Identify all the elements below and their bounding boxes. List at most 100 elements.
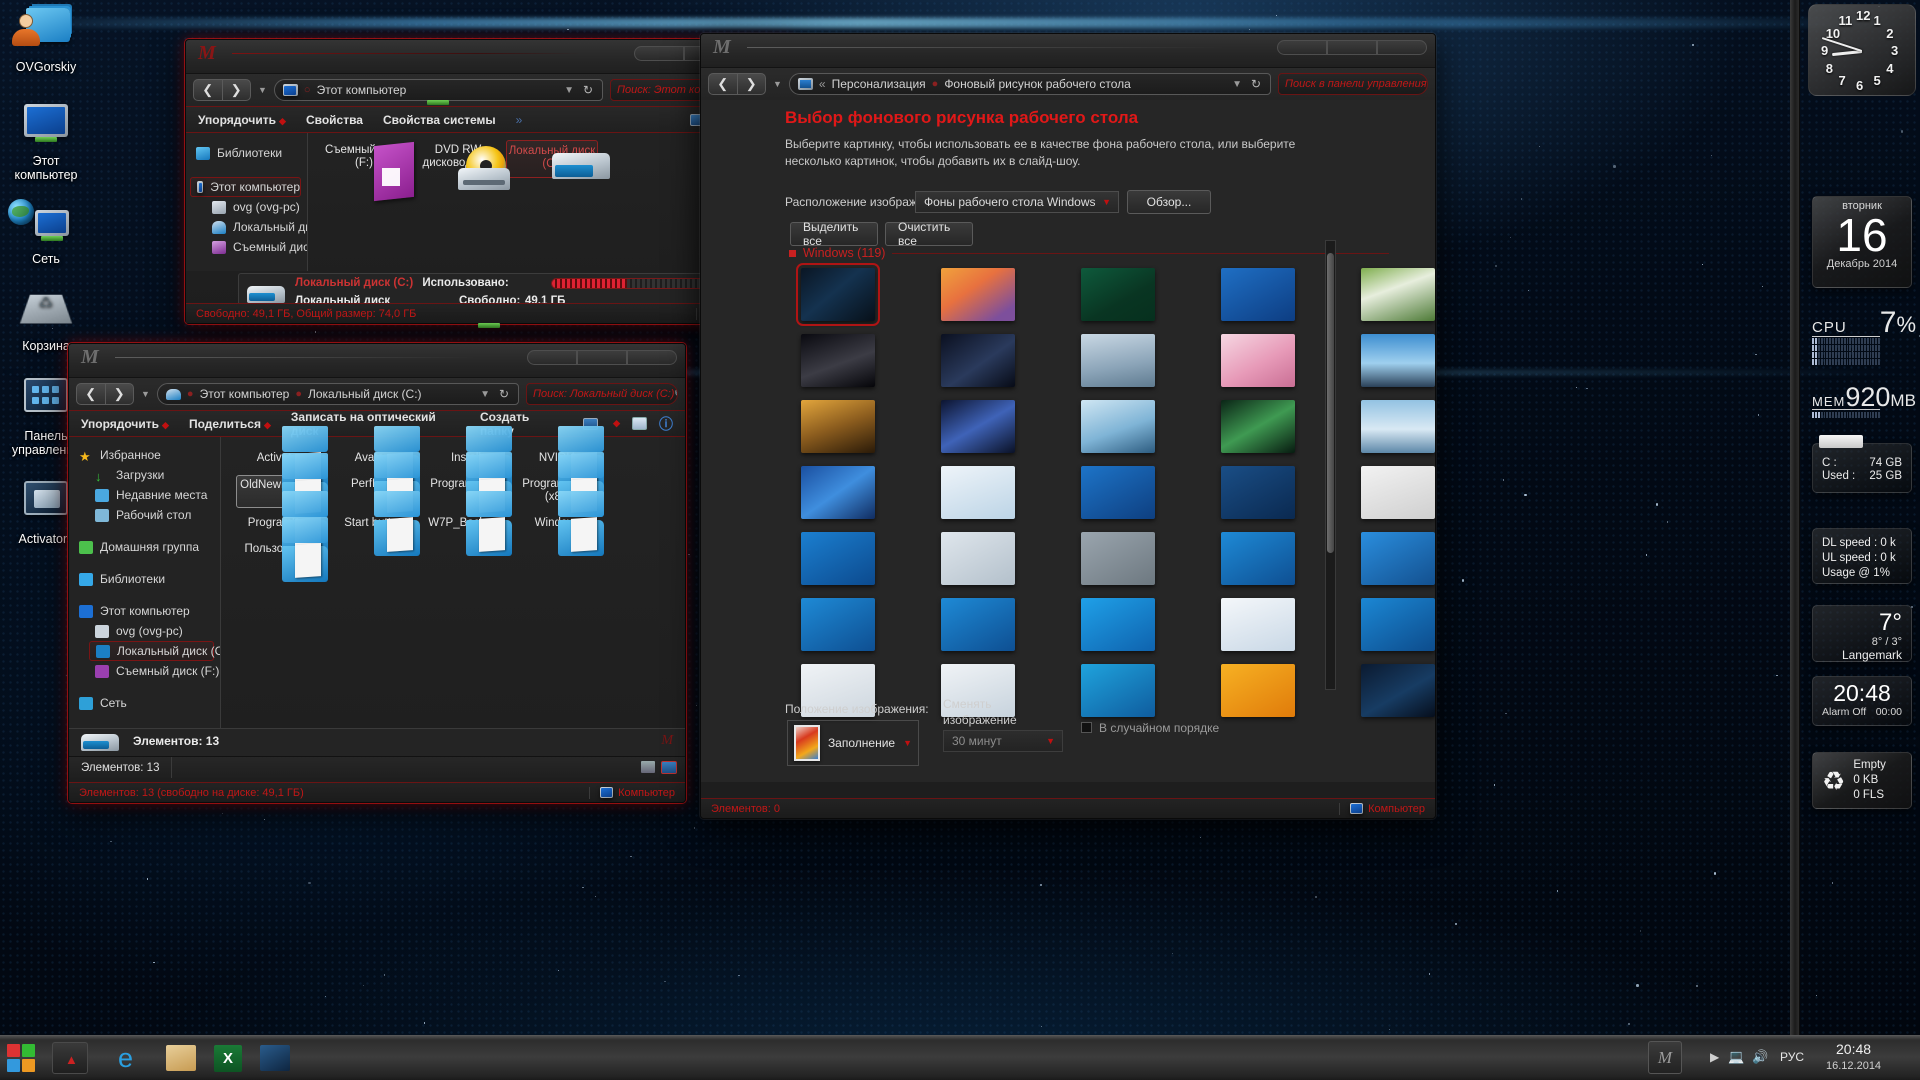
wp-win-swirl[interactable] — [1081, 598, 1155, 651]
taskbar[interactable]: ▲ e X M ▶ 💻 🔊 РУС 20:48 16.12.2014 — [0, 1035, 1920, 1080]
drive-c-window[interactable]: M ❮ ❯ ▼ ● Этот компьютер ● Локальный дис… — [68, 343, 686, 803]
wallpaper-cell-33[interactable] — [1205, 662, 1311, 718]
nav-buttons[interactable]: ❮ ❯ — [708, 73, 766, 95]
wp-green-logo[interactable] — [1081, 664, 1155, 717]
close-button[interactable] — [627, 350, 677, 365]
tray-app-icon[interactable]: M — [1648, 1041, 1682, 1074]
wp-aurora[interactable] — [941, 400, 1015, 453]
drive-c-navigation-pane[interactable]: ★ Избранное ↓ Загрузки Недавние места Рабочий… — [69, 437, 221, 728]
forward-button[interactable]: ❯ — [738, 74, 766, 94]
wallpaper-cell-7[interactable] — [1065, 332, 1171, 388]
nav-item-7[interactable]: ovg (ovg-pc) — [69, 621, 220, 641]
wallpaper-cell-25[interactable] — [785, 596, 891, 652]
view-buttons[interactable] — [641, 761, 685, 774]
alarm-gadget[interactable]: 20:48 Alarm Off 00:00 — [1812, 676, 1912, 726]
nav-item-local-disk[interactable]: Локальный диск ( — [186, 217, 307, 237]
large-icons-view-icon[interactable] — [661, 761, 677, 774]
refresh-icon[interactable]: ↻ — [499, 387, 509, 401]
desktop-icon-ovgorskiy[interactable]: OVGorskiy — [0, 6, 92, 74]
chevron-down-icon[interactable]: ▼ — [564, 85, 574, 96]
start-button[interactable] — [4, 1041, 38, 1075]
drive-tile-removable[interactable]: Съемный диск (F:) — [318, 140, 410, 178]
wallpaper-cell-23[interactable] — [1205, 530, 1311, 586]
address-bar[interactable]: ● Этот компьютер ● Локальный диск (C:) ▼… — [157, 383, 519, 405]
wp-dark-blue[interactable] — [1361, 664, 1435, 717]
wp-pink-flower[interactable] — [1221, 334, 1295, 387]
personalization-titlebar[interactable]: M — [701, 34, 1435, 68]
folder-tile-11[interactable]: Windows — [512, 514, 604, 534]
nav-item-5[interactable]: Библиотеки — [69, 569, 220, 589]
nav-item-this-pc[interactable]: Этот компьютер — [190, 177, 301, 197]
personalization-navbar[interactable]: ❮ ❯ ▼ « Персонализация ● Фоновый рисунок… — [701, 68, 1435, 100]
wallpaper-cell-26[interactable] — [925, 596, 1031, 652]
nav-item-0[interactable]: ★ Избранное — [69, 445, 220, 465]
wp-sky[interactable] — [1361, 334, 1435, 387]
nav-item-ovg[interactable]: ovg (ovg-pc) — [186, 197, 307, 217]
wallpaper-cell-13[interactable] — [1205, 398, 1311, 454]
taskbar-item-explorer[interactable] — [166, 1045, 196, 1071]
wallpaper-cell-12[interactable] — [1065, 398, 1171, 454]
wp-misty[interactable] — [1081, 334, 1155, 387]
wp-win-blue-2[interactable] — [1361, 598, 1435, 651]
network-tray-icon[interactable]: 💻 — [1728, 1049, 1744, 1065]
wallpaper-cell-0[interactable] — [785, 266, 891, 322]
nav-item-3[interactable]: Рабочий стол — [69, 505, 220, 525]
forward-button[interactable]: ❯ — [223, 80, 251, 100]
wallpaper-cell-3[interactable] — [1205, 266, 1311, 322]
overflow-button[interactable]: » — [516, 113, 523, 127]
select-all-button[interactable]: Выделить все — [790, 222, 878, 246]
save-changes-button[interactable]: Сохранить изменения — [1187, 818, 1315, 819]
wallpaper-cell-17[interactable] — [1065, 464, 1171, 520]
breadcrumb-crumb-1[interactable]: Персонализация — [832, 77, 926, 91]
wallpaper-cell-16[interactable] — [925, 464, 1031, 520]
nav-item-9[interactable]: Съемный диск (F:) — [69, 661, 220, 681]
wp-win8-blue[interactable] — [1221, 268, 1295, 321]
clock-time[interactable]: 20:48 — [1836, 1041, 1871, 1057]
wallpaper-cell-10[interactable] — [785, 398, 891, 454]
this-pc-navigation-pane[interactable]: Библиотеки Этот компьютер ovg (ovg-pc) Л… — [186, 133, 308, 271]
maximize-button[interactable] — [1327, 40, 1377, 55]
back-button[interactable]: ❮ — [709, 74, 738, 94]
wallpaper-cell-6[interactable] — [925, 332, 1031, 388]
wp-moon[interactable] — [801, 334, 875, 387]
memory-gadget[interactable]: MEM 920 MB — [1812, 385, 1916, 418]
refresh-icon[interactable]: ↻ — [583, 83, 593, 97]
calendar-gadget[interactable]: вторник 16 Декабрь 2014 — [1812, 196, 1912, 288]
details-view-icon[interactable] — [641, 761, 655, 773]
wallpaper-cell-27[interactable] — [1065, 596, 1171, 652]
wallpaper-scrollbar[interactable] — [1325, 240, 1336, 690]
wp-swirl-light[interactable] — [1221, 598, 1295, 651]
wallpaper-cell-1[interactable] — [925, 266, 1031, 322]
wp-onekey-dark[interactable] — [1221, 466, 1295, 519]
drive-c-navbar[interactable]: ❮ ❯ ▼ ● Этот компьютер ● Локальный диск … — [69, 378, 685, 410]
wp-win8-flat[interactable] — [801, 532, 875, 585]
collapse-icon[interactable] — [789, 250, 796, 257]
layout-pane-icon[interactable] — [632, 417, 647, 430]
taskbar-item-media[interactable]: ▲ — [52, 1042, 88, 1074]
back-button[interactable]: ❮ — [77, 384, 106, 404]
system-properties-button[interactable]: Свойства системы — [383, 113, 496, 127]
chevron-down-icon[interactable]: ▼ — [480, 389, 490, 400]
nav-buttons[interactable]: ❮ ❯ — [76, 383, 134, 405]
wp-orange-fold[interactable] — [1221, 664, 1295, 717]
back-button[interactable]: ❮ — [194, 80, 223, 100]
help-icon[interactable]: ⓘ — [659, 414, 673, 434]
chevron-down-icon[interactable]: ◆ — [613, 418, 620, 429]
wallpaper-cell-34[interactable] — [1345, 662, 1436, 718]
wallpaper-cell-4[interactable] — [1345, 266, 1436, 322]
nav-item-libraries[interactable]: Библиотеки — [186, 143, 307, 163]
wallpaper-cell-15[interactable] — [785, 464, 891, 520]
network-gadget[interactable]: DL speed : 0 k UL speed : 0 k Usage @ 1% — [1812, 528, 1912, 584]
image-position-dropdown[interactable]: Заполнение ▼ — [787, 720, 919, 766]
search-box[interactable]: Поиск: Локальный диск (C:) 🔍 — [526, 383, 678, 405]
wallpaper-cell-14[interactable] — [1345, 398, 1436, 454]
cpu-gadget[interactable]: CPU 7 % — [1812, 310, 1916, 365]
recent-pages-icon[interactable]: ▼ — [141, 389, 150, 399]
breadcrumb-crumb-1[interactable]: Этот компьютер — [200, 387, 290, 401]
minimize-button[interactable] — [634, 46, 684, 61]
window-controls[interactable] — [1277, 40, 1427, 55]
address-bar[interactable]: « Персонализация ● Фоновый рисунок рабоч… — [789, 73, 1271, 95]
nav-buttons[interactable]: ❮ ❯ — [193, 79, 251, 101]
wp-blue-rays[interactable] — [801, 466, 875, 519]
wp-win8-logo[interactable] — [941, 466, 1015, 519]
